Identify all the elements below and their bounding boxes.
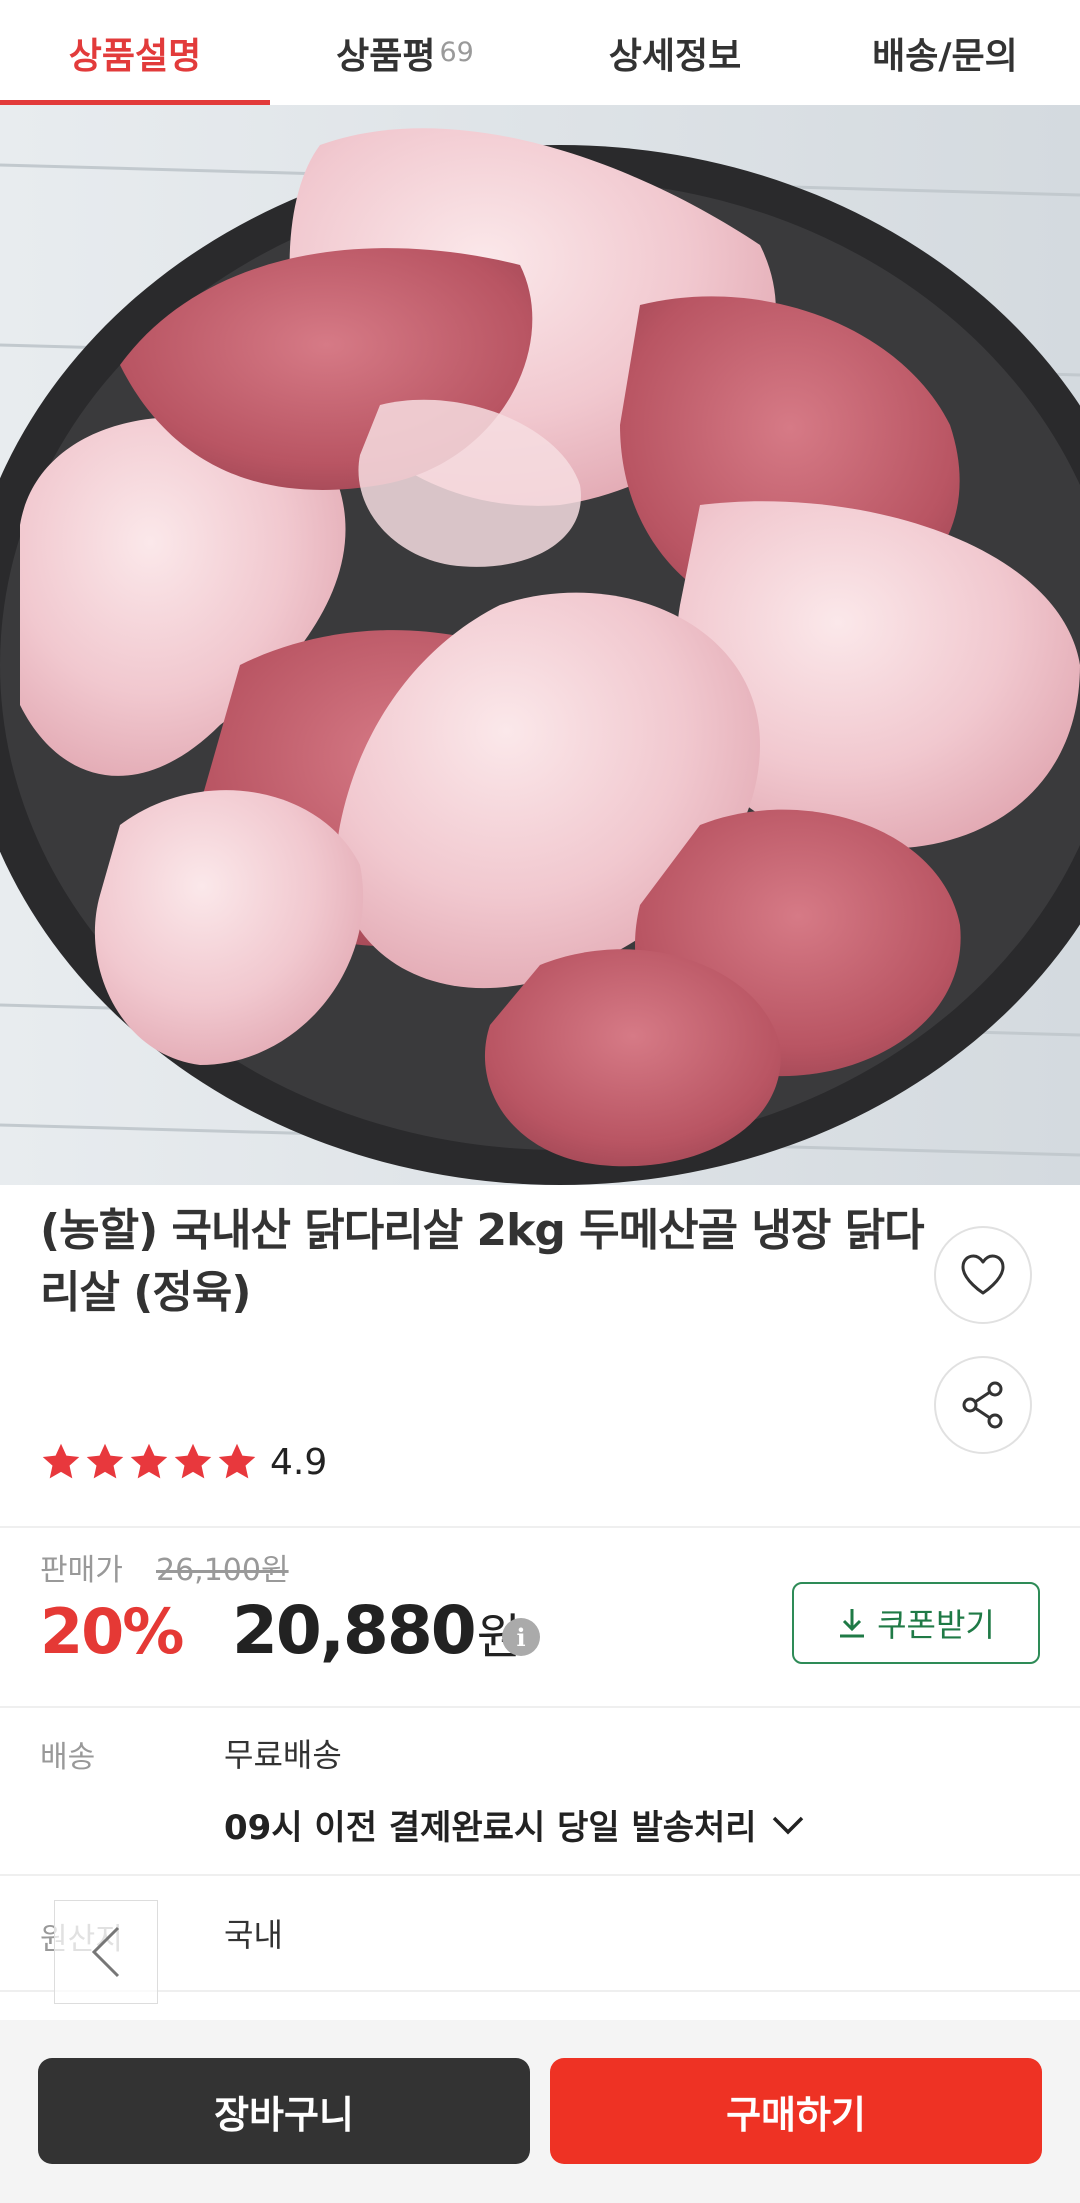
rating[interactable]: 4.9 — [40, 1440, 327, 1484]
original-price: 26,100원 — [156, 1553, 289, 1588]
rating-value: 4.9 — [270, 1441, 328, 1483]
tab-label: 배송/문의 — [872, 35, 1018, 77]
share-icon — [962, 1381, 1003, 1429]
shipping-note-text: 09시 이전 결제완료시 당일 발송처리 — [224, 1808, 757, 1848]
product-image[interactable] — [0, 105, 1080, 1185]
tab-details[interactable]: 상세정보 — [540, 0, 810, 105]
shipping-note[interactable]: 09시 이전 결제완료시 당일 발송처리 — [224, 1800, 805, 1849]
back-button[interactable] — [54, 1900, 158, 2004]
tab-shipping-inquiry[interactable]: 배송/문의 — [810, 0, 1080, 105]
cart-label: 장바구니 — [214, 2092, 354, 2137]
tab-bar: 상품설명 상품평 69 상세정보 배송/문의 — [0, 0, 1080, 106]
heart-icon — [961, 1254, 1005, 1295]
tab-description[interactable]: 상품설명 — [0, 0, 270, 105]
raw-chicken-thigh-photo — [0, 105, 1080, 1185]
tab-label: 상품평 — [336, 35, 436, 77]
star-icon — [130, 1443, 168, 1479]
star-icon — [86, 1443, 124, 1479]
buy-label: 구매하기 — [726, 2092, 866, 2137]
download-icon — [840, 1609, 865, 1638]
review-count: 69 — [439, 37, 474, 68]
info-icon[interactable]: i — [502, 1618, 540, 1656]
wishlist-button[interactable] — [934, 1226, 1032, 1324]
shipping-label: 배송 — [40, 1740, 96, 1775]
price-label: 판매가 — [40, 1553, 123, 1588]
buy-now-button[interactable]: 구매하기 — [550, 2058, 1042, 2164]
sale-price: 20,880원 — [232, 1592, 521, 1669]
divider — [0, 1874, 1080, 1876]
chevron-down-icon — [772, 1816, 803, 1834]
coupon-download-button[interactable]: 쿠폰받기 — [792, 1582, 1040, 1664]
add-to-cart-button[interactable]: 장바구니 — [38, 2058, 530, 2164]
share-button[interactable] — [934, 1356, 1032, 1454]
star-icon — [42, 1443, 80, 1479]
sale-amount: 20,880 — [232, 1592, 477, 1669]
product-title: (농할) 국내산 닭다리살 2kg 두메산골 냉장 닭다리살 (정육) — [40, 1205, 925, 1318]
divider — [0, 1990, 1080, 1992]
origin-value: 국내 — [224, 1916, 283, 1954]
divider — [0, 1526, 1080, 1528]
coupon-label: 쿠폰받기 — [877, 1606, 995, 1644]
divider — [0, 1706, 1080, 1708]
star-icon — [218, 1443, 256, 1479]
rating-stars — [40, 1442, 258, 1482]
tab-label: 상세정보 — [608, 35, 742, 77]
star-icon — [174, 1443, 212, 1479]
tab-label: 상품설명 — [68, 35, 202, 77]
shipping-value: 무료배송 — [224, 1736, 342, 1774]
discount-rate: 20% — [40, 1595, 184, 1668]
chevron-left-icon — [91, 1926, 120, 1978]
tab-reviews[interactable]: 상품평 69 — [270, 0, 540, 105]
